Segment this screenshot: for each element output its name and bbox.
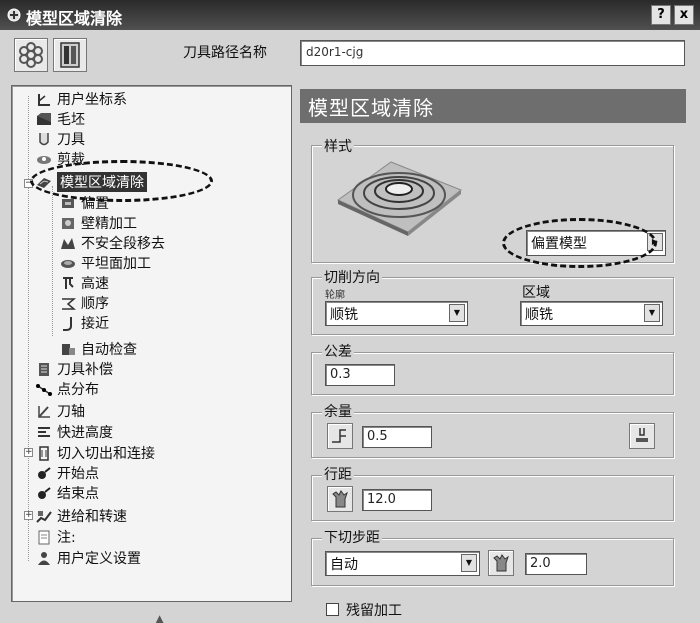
profile-direction-select[interactable]: 顺铣 ▼: [325, 301, 468, 326]
tool-axis-icon: [38, 405, 50, 418]
title-bar: 模型区域清除 ? x: [0, 0, 700, 30]
tree-item-unsafe-removal[interactable]: 不安全段移去: [60, 233, 165, 253]
strategy-tree[interactable]: − + + 用户坐标系 毛坯 刀具 剪裁 模型区域清除 偏置 壁精加工 不安全段…: [11, 85, 292, 602]
scroll-up-arrow-icon[interactable]: ▲: [155, 612, 164, 623]
tree-expander[interactable]: +: [24, 511, 33, 520]
tool-compensation-icon: [39, 362, 49, 376]
chevron-down-icon: ▼: [449, 304, 465, 322]
stepdown-input[interactable]: 2.0: [525, 553, 587, 575]
tree-expander[interactable]: +: [24, 448, 33, 457]
tree-item-block[interactable]: 毛坯: [36, 109, 85, 129]
stepover-input[interactable]: 12.0: [362, 489, 432, 511]
tree-item-tool-axis[interactable]: 刀轴: [36, 401, 85, 421]
allowance-input[interactable]: 0.5: [362, 426, 432, 448]
high-speed-icon: [63, 276, 74, 289]
style-combo[interactable]: 偏置模型 ▶: [526, 230, 666, 256]
cut-direction-label: 切削方向: [322, 267, 382, 287]
stepdown-mode-select[interactable]: 自动 ▼: [325, 551, 480, 576]
tree-item-approach[interactable]: 接近: [60, 313, 109, 333]
toolpath-strategy-icon[interactable]: [14, 38, 48, 72]
area-direction-select[interactable]: 顺铣 ▼: [520, 301, 663, 326]
offset-icon: [62, 198, 74, 208]
calculator-icon[interactable]: [53, 38, 87, 72]
start-point-icon: [38, 466, 51, 479]
leads-links-icon: [39, 445, 49, 461]
user-settings-icon: [38, 551, 50, 565]
ucs-icon: [38, 93, 50, 106]
strategy-icon: [37, 177, 51, 188]
panel-title: 模型区域清除: [308, 96, 434, 120]
allowance-icon[interactable]: [327, 423, 353, 449]
wall-finish-icon: [62, 217, 74, 229]
panel-header: 模型区域清除: [300, 89, 686, 123]
tree-item-auto-check[interactable]: 自动检查: [60, 339, 137, 359]
area-label: 区域: [522, 285, 550, 301]
tree-item-notes[interactable]: 注:: [36, 527, 76, 547]
tolerance-input[interactable]: 0.3: [325, 364, 395, 386]
component-allowance-icon[interactable]: [629, 423, 655, 449]
tree-item-start-point[interactable]: 开始点: [36, 463, 99, 483]
tree-item-feeds-speeds[interactable]: 进给和转速: [36, 506, 127, 526]
notes-icon: [38, 530, 50, 544]
tree-item-offset[interactable]: 偏置: [60, 193, 109, 213]
chevron-right-icon: ▶: [647, 233, 663, 251]
point-distribution-icon: [36, 383, 52, 396]
unsafe-removal-icon: [61, 237, 75, 249]
tree-item-tool-compensation[interactable]: 刀具补偿: [36, 359, 113, 379]
help-button[interactable]: ?: [651, 5, 671, 25]
tree-item-end-point[interactable]: 结束点: [36, 483, 99, 503]
end-point-icon: [38, 486, 51, 499]
tree-item-order[interactable]: 顺序: [60, 293, 109, 313]
toolpath-name-input[interactable]: d20r1-cjg: [300, 40, 685, 66]
profile-label: 轮廓: [325, 290, 345, 301]
tree-item-user-defined-settings[interactable]: 用户定义设置: [36, 548, 141, 568]
strategy-preview-image: [337, 161, 462, 236]
stepover-copy-icon[interactable]: [327, 486, 353, 512]
tree-item-ucs[interactable]: 用户坐标系: [36, 89, 127, 109]
allowance-label: 余量: [322, 401, 354, 421]
block-icon: [37, 112, 51, 125]
stepover-label: 行距: [322, 464, 354, 484]
stepdown-copy-icon[interactable]: [488, 550, 514, 576]
tree-item-wall-finishing[interactable]: 壁精加工: [60, 213, 137, 233]
tree-item-high-speed[interactable]: 高速: [60, 273, 109, 293]
tree-item-point-distribution[interactable]: 点分布: [36, 379, 99, 399]
auto-check-icon: [62, 343, 75, 355]
tree-item-leads-links[interactable]: 切入切出和连接: [36, 443, 155, 463]
flat-machining-icon: [61, 259, 75, 268]
tree-item-flat-machining[interactable]: 平坦面加工: [60, 253, 151, 273]
rest-machining-label: 残留加工: [346, 603, 402, 619]
tree-item-model-area-clearance[interactable]: 模型区域清除: [36, 172, 147, 192]
chevron-down-icon: ▼: [644, 304, 660, 322]
feeds-speeds-icon: [36, 510, 52, 523]
rest-machining-checkbox[interactable]: [326, 603, 339, 616]
tree-item-rapid-height[interactable]: 快进高度: [36, 422, 113, 442]
trim-icon: [37, 155, 51, 164]
toolpath-name-label: 刀具路径名称: [183, 45, 267, 61]
tool-icon: [39, 132, 49, 145]
close-button[interactable]: x: [674, 5, 694, 25]
chevron-down-icon: ▼: [461, 554, 477, 572]
tree-expander[interactable]: −: [24, 179, 33, 188]
window-title: 模型区域清除: [26, 9, 123, 28]
tolerance-label: 公差: [322, 341, 354, 361]
tree-item-trim[interactable]: 剪裁: [36, 149, 85, 169]
rapid-height-icon: [38, 426, 50, 437]
stepdown-label: 下切步距: [322, 527, 382, 547]
app-icon: [7, 8, 21, 22]
order-icon: [62, 297, 76, 310]
approach-icon: [63, 316, 72, 331]
tree-item-tool[interactable]: 刀具: [36, 129, 85, 149]
